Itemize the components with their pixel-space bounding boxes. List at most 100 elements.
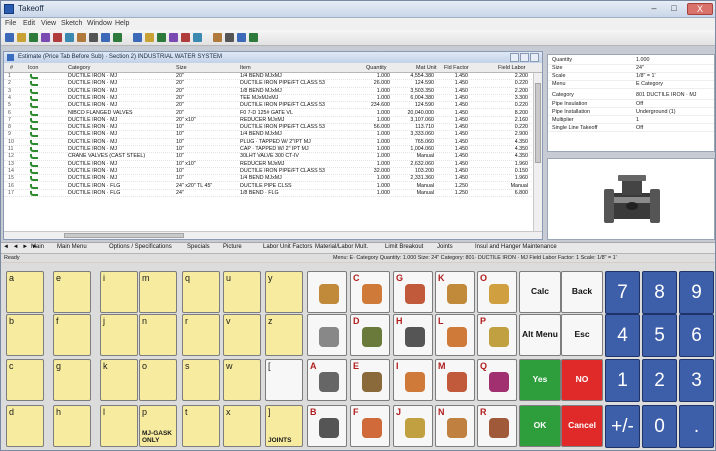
copper-cap-key[interactable]: I bbox=[393, 359, 433, 401]
estimate-close-button[interactable] bbox=[530, 53, 539, 62]
zoom-icon[interactable] bbox=[145, 33, 154, 42]
table-row[interactable]: 3 DUCTILE IRON · MJ 20" 1/8 BEND MJxMJ 1.000… bbox=[4, 88, 532, 95]
print-icon[interactable] bbox=[41, 33, 50, 42]
butterfly-valve-key[interactable]: B bbox=[307, 405, 347, 447]
numpad-key[interactable]: 4 bbox=[605, 314, 640, 357]
key-k[interactable]: k bbox=[100, 359, 138, 401]
key-s[interactable]: s bbox=[182, 359, 220, 401]
table-row[interactable]: 11 DUCTILE IRON · MJ 10" CAP · TAPPED W/ 2"… bbox=[4, 146, 532, 154]
key-q[interactable]: q bbox=[182, 271, 220, 313]
sheet-tab[interactable]: Main bbox=[31, 244, 44, 250]
col-item[interactable]: Item bbox=[240, 65, 251, 71]
numpad-key[interactable]: 2 bbox=[642, 359, 677, 402]
back-button[interactable]: Back bbox=[561, 271, 603, 313]
table-row[interactable]: 9 DUCTILE IRON · MJ 10" 1/4 BEND MJxMJ 1.000… bbox=[4, 131, 532, 139]
property-value[interactable]: Off bbox=[636, 101, 714, 109]
property-value[interactable]: E Category bbox=[636, 81, 714, 89]
col-fld-factor[interactable]: Fld Factor bbox=[444, 65, 469, 71]
copy-icon[interactable] bbox=[65, 33, 74, 42]
copper-adapter-key[interactable]: N bbox=[435, 405, 475, 447]
property-row[interactable]: Category 801 DUCTILE IRON · MJ bbox=[548, 92, 714, 100]
key-i[interactable]: i bbox=[100, 271, 138, 313]
property-row[interactable]: Single Line Takeoff Off bbox=[548, 125, 714, 133]
key-t[interactable]: t bbox=[182, 405, 220, 447]
property-value[interactable]: 1/8" = 1' bbox=[636, 73, 714, 81]
table-row[interactable]: 14 DUCTILE IRON · MJ 10" DUCTILE IRON PIPE/… bbox=[4, 168, 532, 176]
cancel-button[interactable]: Cancel bbox=[561, 405, 603, 447]
table-row[interactable]: 7 DUCTILE IRON · MJ 20" x10" REDUCER MJxMJ 1… bbox=[4, 117, 532, 125]
open-icon[interactable] bbox=[17, 33, 26, 42]
menu-edit[interactable]: Edit bbox=[23, 20, 35, 27]
col-num[interactable]: # bbox=[10, 65, 13, 71]
find-icon[interactable] bbox=[101, 33, 110, 42]
table-row[interactable]: 6 NIBCO FLANGED VALVES 20" F0 7-D 125# GATE… bbox=[4, 110, 532, 117]
estimate-maximize-button[interactable] bbox=[520, 53, 529, 62]
p-trap-key[interactable]: Q bbox=[477, 359, 517, 401]
menu-file[interactable]: File bbox=[5, 20, 16, 27]
maximize-button[interactable]: □ bbox=[665, 3, 683, 15]
save-icon[interactable] bbox=[29, 33, 38, 42]
report-icon[interactable] bbox=[213, 33, 222, 42]
property-row[interactable]: Size 24" bbox=[548, 65, 714, 73]
col-category[interactable]: Category bbox=[68, 65, 90, 71]
brass-union-key[interactable]: J bbox=[393, 405, 433, 447]
cut-icon[interactable] bbox=[53, 33, 62, 42]
minimize-button[interactable]: – bbox=[645, 3, 663, 15]
col-mat-unit[interactable]: Mat Unit bbox=[416, 65, 436, 71]
scroll-thumb[interactable] bbox=[535, 83, 541, 163]
table-row[interactable]: 1 DUCTILE IRON · MJ 20" 1/4 BEND MJxMJ 1.000… bbox=[4, 73, 532, 81]
property-value[interactable]: Underground (1) bbox=[636, 109, 714, 117]
table-row[interactable]: 8 DUCTILE IRON · MJ 10" DUCTILE IRON PIPE/F… bbox=[4, 124, 532, 132]
col-quantity[interactable]: Quantity bbox=[366, 65, 386, 71]
calc-icon[interactable] bbox=[237, 33, 246, 42]
table-row[interactable]: 15 DUCTILE IRON · MJ 10" 1/4 BEND MJxMJ 1.00… bbox=[4, 175, 532, 183]
key-p[interactable]: p MJ-GASK ONLY bbox=[139, 405, 177, 447]
close-button[interactable]: X bbox=[687, 3, 713, 15]
numpad-key[interactable]: 8 bbox=[642, 271, 677, 314]
key-h[interactable]: h bbox=[53, 405, 91, 447]
undo-icon[interactable] bbox=[89, 33, 98, 42]
numpad-key[interactable]: +/- bbox=[605, 405, 640, 448]
estimate-vertical-scrollbar[interactable] bbox=[533, 73, 542, 231]
ok-button[interactable]: OK bbox=[519, 405, 561, 447]
property-row[interactable]: Quantity 1.000 bbox=[548, 57, 714, 65]
estimate-horizontal-scrollbar[interactable] bbox=[4, 231, 542, 239]
calc-button[interactable]: Calc bbox=[519, 271, 561, 313]
sheet-tab[interactable]: Material/Labor Mult. bbox=[315, 244, 368, 250]
copper-coil-key[interactable]: C bbox=[350, 271, 390, 313]
numpad-key[interactable]: 1 bbox=[605, 359, 640, 402]
key-u[interactable]: u bbox=[223, 271, 261, 313]
estimate-grid-body[interactable]: 1 DUCTILE IRON · MJ 20" 1/4 BEND MJxMJ 1.000… bbox=[4, 73, 532, 231]
check-valve-key[interactable]: D bbox=[350, 314, 390, 356]
key-y[interactable]: y bbox=[265, 271, 303, 313]
key-g[interactable]: g bbox=[53, 359, 91, 401]
pipe-bracket-key[interactable] bbox=[307, 314, 347, 356]
key-r[interactable]: r bbox=[182, 314, 220, 356]
property-value[interactable]: 801 DUCTILE IRON · MJ bbox=[636, 92, 714, 100]
globe-valve-key[interactable]: H bbox=[393, 314, 433, 356]
sheet-tab[interactable]: Main Menu bbox=[57, 244, 87, 250]
brass-coupling-key[interactable]: O bbox=[477, 271, 517, 313]
no-button[interactable]: NO bbox=[561, 359, 603, 401]
numpad-key[interactable]: 6 bbox=[679, 314, 714, 357]
sheet-tab[interactable]: Options / Specifications bbox=[109, 244, 172, 250]
copper-reducer-key[interactable]: L bbox=[435, 314, 475, 356]
menu-help[interactable]: Help bbox=[115, 20, 129, 27]
table-row[interactable]: 4 DUCTILE IRON · MJ 20" TEE MJxMJxMJ 1.000 6,… bbox=[4, 95, 532, 103]
numpad-key[interactable]: . bbox=[679, 405, 714, 448]
property-value[interactable]: 24" bbox=[636, 65, 714, 73]
sketch-icon[interactable] bbox=[133, 33, 142, 42]
chart-icon[interactable] bbox=[225, 33, 234, 42]
gate-valve-key[interactable]: A bbox=[307, 359, 347, 401]
key-f[interactable]: f bbox=[53, 314, 91, 356]
table-row[interactable]: 16 DUCTILE IRON · FLG 24" x20" TL 45" DUCTI… bbox=[4, 183, 532, 190]
brass-tee-key[interactable]: P bbox=[477, 314, 517, 356]
numpad-key[interactable]: 0 bbox=[642, 405, 677, 448]
sheet-tab[interactable]: Insul and Hanger Maintenance bbox=[475, 244, 557, 250]
valve-icon[interactable] bbox=[181, 33, 190, 42]
property-value[interactable]: 1 bbox=[636, 117, 714, 125]
col-field-labor[interactable]: Field Labor bbox=[498, 65, 526, 71]
table-row[interactable]: 17 DUCTILE IRON · FLG 24" 1/8 BEND · FLG 1.0… bbox=[4, 190, 532, 198]
property-value[interactable]: 1.000 bbox=[636, 57, 714, 65]
menu-window[interactable]: Window bbox=[87, 20, 112, 27]
